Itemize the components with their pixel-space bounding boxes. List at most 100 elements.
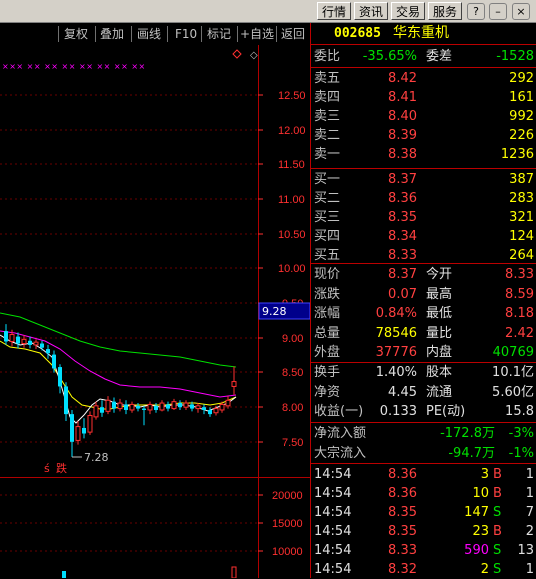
tab-news[interactable]: 资讯 <box>354 2 388 20</box>
stat-row: 现价 8.37 今开 8.33 <box>311 265 536 284</box>
tick-list[interactable]: 14:54 8.36 3 B 1 14:54 8.36 10 B 1 14:54 8.35 147 S 7 1… <box>311 465 536 578</box>
order-level-label: 买一 <box>314 172 341 187</box>
overlay-button[interactable]: 叠加 <box>100 26 124 42</box>
order-book-row: 卖二 8.39 226 <box>311 126 536 145</box>
tick-volume: 3 <box>480 467 489 482</box>
add-favorite-button[interactable]: +自选 <box>240 26 274 42</box>
tick-row: 14:54 8.33 590 S 13 <box>311 541 536 560</box>
order-level-volume: 226 <box>509 128 534 143</box>
order-level-price: 8.39 <box>388 128 417 143</box>
fundamental-value: 4.45 <box>388 384 417 400</box>
fundamental-value: 5.60亿 <box>492 384 534 400</box>
stat-value: 0.07 <box>388 286 417 302</box>
order-ratio-value: -35.65% <box>362 49 417 64</box>
order-level-price: 8.40 <box>388 109 417 124</box>
tab-quotes[interactable]: 行情 <box>317 2 351 20</box>
stock-title: 002685 华东重机 <box>311 24 536 44</box>
tick-time: 14:54 <box>314 467 352 482</box>
stat-value: 78546 <box>375 325 417 341</box>
stat-label: 量比 <box>426 325 453 341</box>
tick-side: S <box>493 543 502 558</box>
money-flow-block: 净流入额 -172.8万 -3% 大宗流入 -94.7万 -1% <box>311 424 536 464</box>
order-level-label: 卖三 <box>314 109 341 124</box>
stat-row: 总量 78546 量比 2.42 <box>311 324 536 343</box>
candle-body <box>112 401 116 409</box>
candle-body <box>219 403 225 411</box>
tick-count: 13 <box>517 543 534 558</box>
divider <box>167 26 168 42</box>
tab-service[interactable]: 服务 <box>428 2 462 20</box>
tick-volume: 10 <box>472 486 489 501</box>
candle-body <box>154 405 158 410</box>
question-icon: ? <box>473 5 479 18</box>
money-flow-row: 净流入额 -172.8万 -3% <box>311 424 536 443</box>
order-ratio-row: 委比 -35.65% 委差 -1528 <box>311 47 536 66</box>
order-level-label: 买二 <box>314 191 341 206</box>
price-tick: 10.00 <box>278 263 306 275</box>
fundamental-label: 换手 <box>314 365 341 380</box>
top-toolbar: 行情 资讯 交易 服务 ? – × <box>0 0 536 23</box>
candle-body <box>46 349 50 354</box>
fundamental-label: 股本 <box>426 365 453 380</box>
candle-body <box>166 404 170 409</box>
close-button[interactable]: × <box>512 3 530 20</box>
kline-chart[interactable]: ◇ ××× ×× ×× ×× ×× ×× ×× ×× 12.50 12.00 1… <box>0 45 310 578</box>
stat-value: 8.37 <box>388 267 417 282</box>
close-icon: × <box>516 5 526 18</box>
order-diff-label: 委差 <box>426 49 453 64</box>
order-level-label: 买四 <box>314 229 341 244</box>
fundamental-row: 换手 1.40% 股本 10.1亿 <box>311 363 536 382</box>
candle-body <box>105 399 111 412</box>
candle-body <box>33 341 39 346</box>
stat-label: 涨幅 <box>314 306 341 321</box>
restore-rights-button[interactable]: 复权 <box>64 26 88 42</box>
ma-line-magenta <box>0 330 237 398</box>
tick-count: 1 <box>525 486 534 501</box>
candle-body <box>136 405 140 409</box>
f10-button[interactable]: F10 <box>175 26 197 42</box>
tick-count: 1 <box>525 467 534 482</box>
order-book-row: 卖一 8.38 1236 <box>311 145 536 164</box>
stat-value: 8.33 <box>505 267 534 282</box>
mark-button[interactable]: 标记 <box>207 26 231 42</box>
tick-count: 1 <box>525 562 534 577</box>
price-tick: 7.50 <box>282 437 303 449</box>
stat-value: 8.18 <box>505 306 534 321</box>
order-level-price: 8.38 <box>388 147 417 162</box>
order-level-volume: 387 <box>509 172 534 187</box>
order-level-volume: 283 <box>509 191 534 206</box>
tick-time: 14:54 <box>314 562 352 577</box>
minimize-button[interactable]: – <box>489 3 507 20</box>
tick-side: S <box>493 562 502 577</box>
fundamental-value: 0.133 <box>379 404 417 419</box>
tick-volume: 23 <box>472 524 489 539</box>
tab-trade[interactable]: 交易 <box>391 2 425 20</box>
candle-body <box>124 404 128 410</box>
order-diff-value: -1528 <box>496 49 534 64</box>
candle-body <box>52 354 56 369</box>
back-button[interactable]: 返回 <box>281 26 305 42</box>
tick-row: 14:54 8.32 2 S 1 <box>311 560 536 579</box>
stock-name: 华东重机 <box>393 25 449 41</box>
divider <box>58 26 59 42</box>
order-level-volume: 124 <box>509 229 534 244</box>
divider <box>95 26 96 42</box>
fundamental-value: 10.1亿 <box>492 365 534 380</box>
tick-price: 8.33 <box>388 543 417 558</box>
tick-side: S <box>493 505 502 520</box>
tick-volume: 2 <box>480 562 489 577</box>
minimize-icon: – <box>495 5 501 18</box>
help-button[interactable]: ? <box>467 3 485 20</box>
tick-time: 14:54 <box>314 524 352 539</box>
order-level-volume: 161 <box>509 90 534 105</box>
volume-tick: 20000 <box>272 490 303 502</box>
draw-line-button[interactable]: 画线 <box>137 26 161 42</box>
order-level-volume: 992 <box>509 109 534 124</box>
candle-body <box>142 408 146 410</box>
stat-label: 外盘 <box>314 345 341 360</box>
order-level-label: 卖四 <box>314 90 341 105</box>
tick-side: B <box>493 467 502 482</box>
fundamental-label: 净资 <box>314 384 341 400</box>
tick-price: 8.35 <box>388 505 417 520</box>
stat-value: 37776 <box>375 345 417 360</box>
